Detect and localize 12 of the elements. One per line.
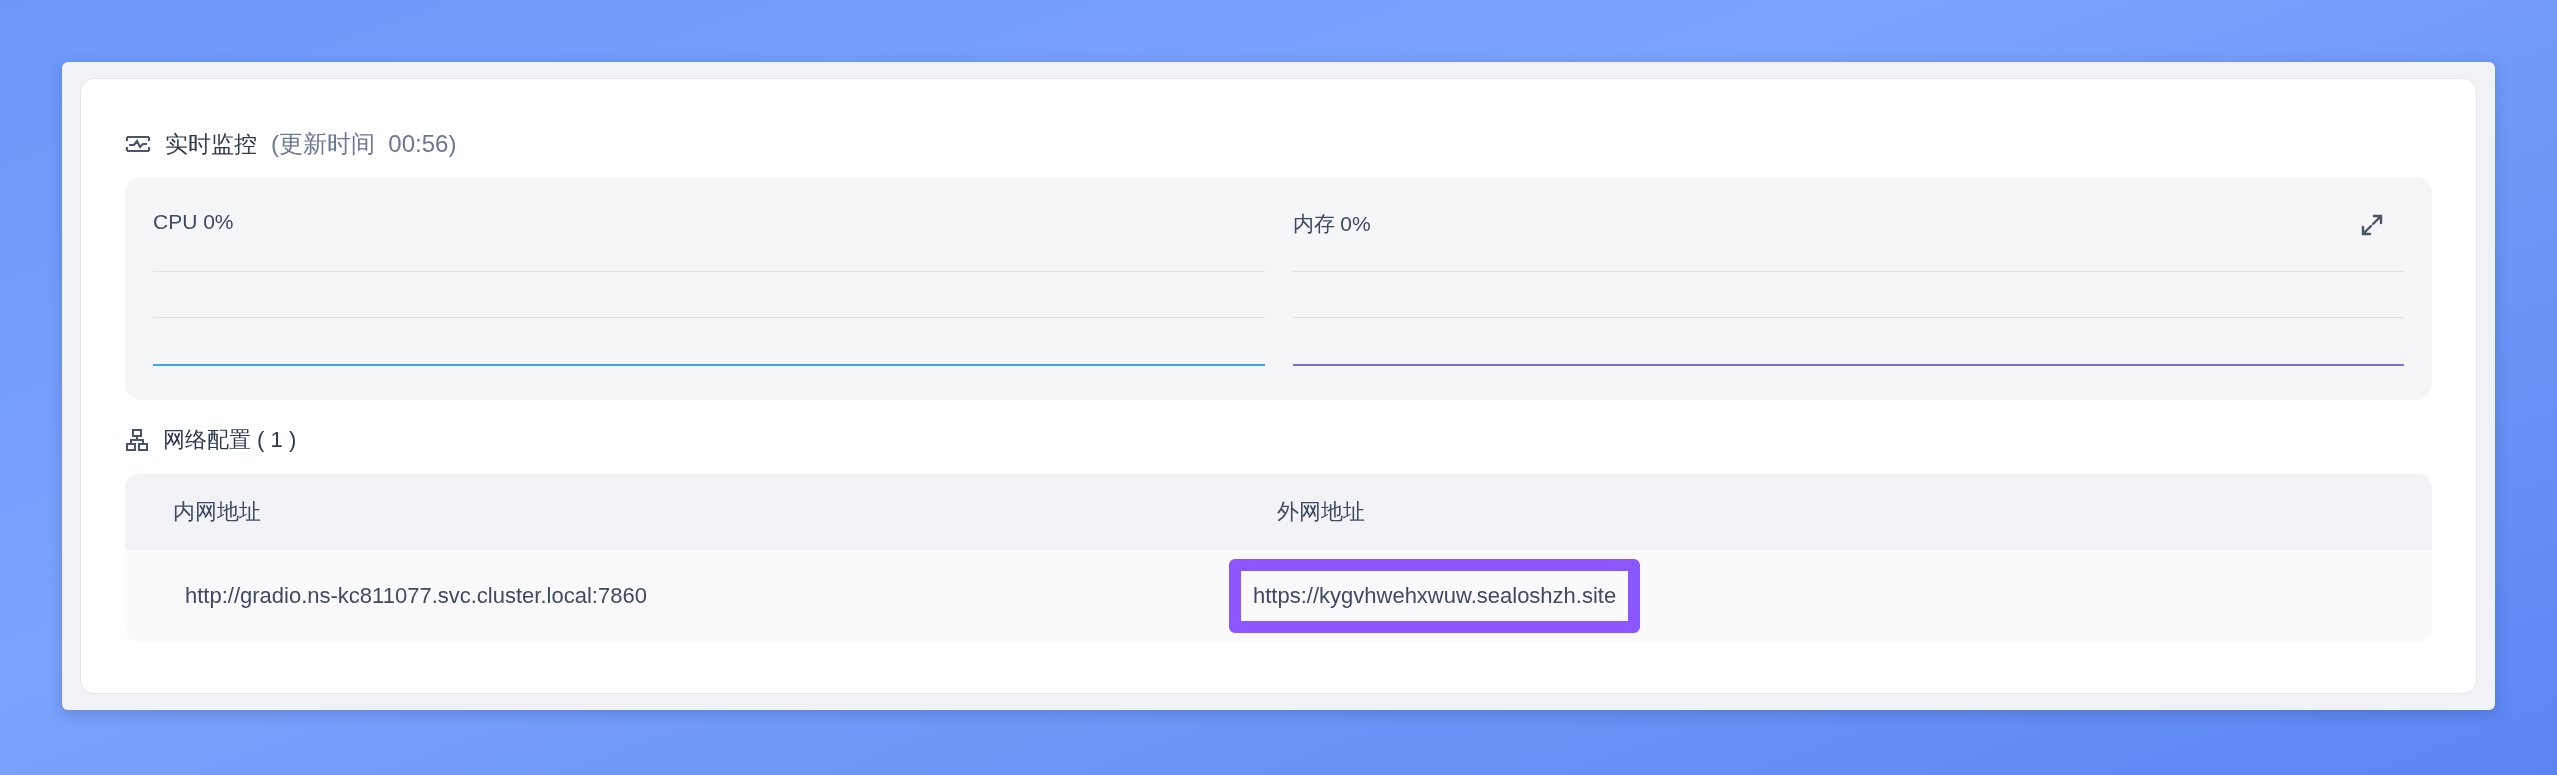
column-header: 外网地址 — [1229, 474, 2432, 550]
section-title: 实时监控 — [165, 129, 257, 159]
highlighted-address: https://kygvhwehxwuw.sealoshzh.site — [1229, 559, 1641, 633]
chart-label: 内存 0% — [1292, 211, 1371, 236]
column-header: 内网地址 — [125, 474, 1229, 550]
section-title: 网络配置 ( 1 ) — [163, 426, 297, 454]
network-icon — [125, 428, 149, 452]
monitor-icon — [125, 133, 151, 155]
update-time: (更新时间 00:56) — [271, 129, 457, 159]
expand-icon[interactable] — [2360, 213, 2384, 237]
chart-label: CPU 0% — [153, 210, 234, 235]
address-text: http://gradio.ns-kc811077.svc.cluster.local:7860 — [184, 582, 648, 610]
